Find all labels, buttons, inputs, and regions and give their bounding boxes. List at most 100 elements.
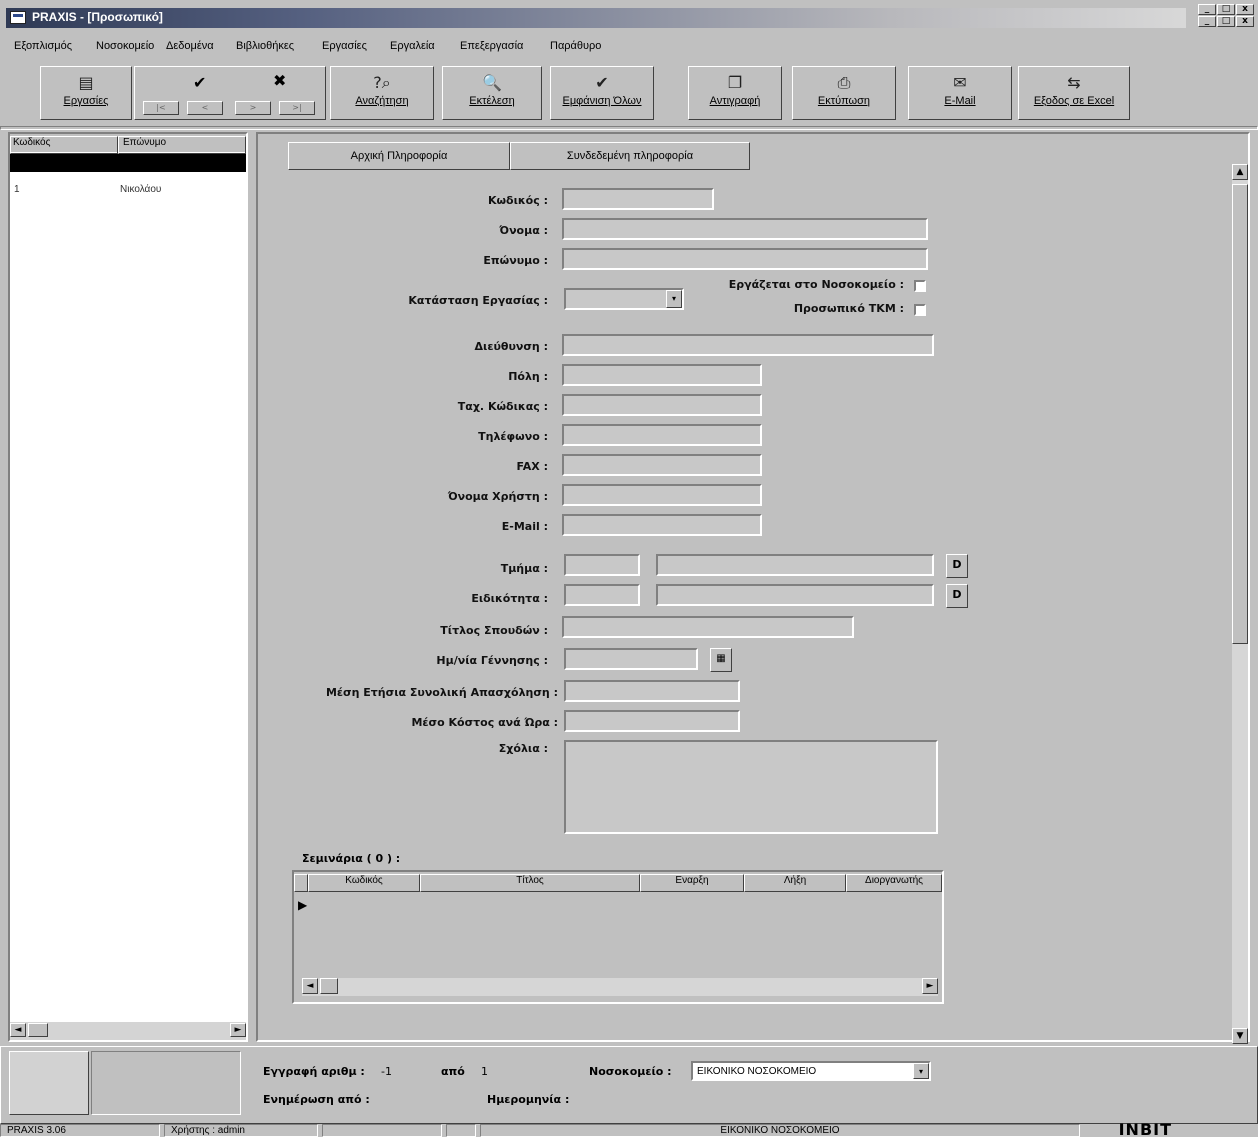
updated-by-label: Ενημέρωση από : [263,1093,370,1106]
address-label: Διεύθυνση : [474,340,548,353]
scroll-thumb[interactable] [28,1023,48,1037]
menu-tasks[interactable]: Εργασίες [322,40,367,52]
cancel-icon[interactable]: ✖ [273,71,286,90]
department-lookup-icon[interactable]: D [946,554,968,578]
chevron-down-icon[interactable]: ▾ [666,290,682,308]
username-field[interactable] [562,484,762,506]
column-surname[interactable]: Επώνυμο [118,136,246,154]
tasks-label: Εργασίες [63,95,109,107]
city-label: Πόλη : [508,370,548,383]
print-button[interactable]: ⎙ Εκτύπωση [792,66,896,120]
scroll-thumb[interactable] [1232,184,1248,644]
specialty-code-field[interactable] [564,584,640,606]
email-label: E-Mail [944,95,976,107]
scroll-left-icon[interactable]: ◄ [302,978,318,994]
menu-libraries[interactable]: Βιβλιοθήκες [236,40,294,52]
next-record-button[interactable]: > [235,101,271,115]
of-value: 1 [481,1065,488,1078]
maximize-button[interactable]: □ [1217,4,1235,15]
scroll-right-icon[interactable]: ► [922,978,938,994]
close-button[interactable]: x [1236,4,1254,15]
column-code[interactable]: Κωδικός [308,874,420,892]
specialty-name-field[interactable] [656,584,934,606]
tab-linked-info[interactable]: Συνδεδεμένη πληροφορία [510,142,750,170]
accept-icon[interactable]: ✔ [193,73,206,92]
first-record-button[interactable]: |< [143,101,179,115]
comments-textarea[interactable] [564,740,938,834]
menu-data[interactable]: Δεδομένα [166,40,214,52]
calendar-icon[interactable]: ▦ [710,648,732,672]
chevron-down-icon[interactable]: ▾ [913,1063,929,1079]
table-row[interactable]: 1 Νικολάου [10,184,246,200]
address-field[interactable] [562,334,934,356]
child-maximize-button[interactable]: □ [1217,16,1235,27]
works-in-hospital-checkbox[interactable] [914,280,926,292]
menu-equipment[interactable]: Εξοπλισμός [14,40,72,52]
last-record-button[interactable]: >| [279,101,315,115]
brand-logo: INBIT [1118,1120,1172,1137]
status-hospital: ΕΙΚΟΝΙΚΟ ΝΟΣΟΚΟΜΕΙΟ [480,1124,1080,1137]
tasks-icon: ▤ [78,73,94,92]
detail-vscrollbar[interactable]: ▲ ▼ [1232,164,1248,1044]
copy-button[interactable]: ❐ Αντιγραφή [688,66,782,120]
child-minimize-button[interactable]: _ [1198,16,1216,27]
work-status-select[interactable]: ▾ [564,288,684,310]
seminars-title: Σεμινάρια ( 0 ) : [302,852,401,865]
records-grid[interactable]: Κωδικός Επώνυμο 1 Νικολάου ◄ ► [8,132,248,1042]
email-field[interactable] [562,514,762,536]
department-name-field[interactable] [656,554,934,576]
status-cell-empty-1 [322,1124,442,1137]
avg-employment-field[interactable] [564,680,740,702]
column-start[interactable]: Εναρξη [640,874,744,892]
menu-window[interactable]: Παράθυρο [550,40,601,52]
scroll-right-icon[interactable]: ► [230,1023,246,1037]
selected-row[interactable] [10,154,246,172]
title-bar: PRAXIS - [Προσωπικό] _ □ x _ □ x [0,0,1258,30]
search-button[interactable]: ?⌕ Αναζήτηση [330,66,434,120]
avg-hourly-cost-field[interactable] [564,710,740,732]
toolbar: ▤ Εργασίες ✔ ✖ |< < > >| ?⌕ Αναζήτηση 🔍 … [40,66,1140,120]
fax-field[interactable] [562,454,762,476]
department-code-field[interactable] [564,554,640,576]
scroll-down-icon[interactable]: ▼ [1232,1028,1248,1044]
hospital-select[interactable]: ΕΙΚΟΝΙΚΟ ΝΟΣΟΚΟΜΕΙΟ ▾ [691,1061,931,1081]
seminars-grid[interactable]: Κωδικός Τίτλος Εναρξη Λήξη Διοργανωτής ▶… [292,870,944,1004]
row-indicator-header [294,874,308,892]
surname-field[interactable] [562,248,928,270]
column-title[interactable]: Τίτλος [420,874,640,892]
show-all-button[interactable]: ✔ Εμφάνιση Όλων [550,66,654,120]
child-close-button[interactable]: x [1236,16,1254,27]
birthdate-field[interactable] [564,648,698,670]
column-end[interactable]: Λήξη [744,874,846,892]
status-bar: PRAXIS 3.06 Χρήστης : admin ΕΙΚΟΝΙΚΟ ΝΟΣ… [0,1120,1258,1137]
menu-edit[interactable]: Επεξεργασία [460,40,523,52]
degree-field[interactable] [562,616,854,638]
tab-basic-info[interactable]: Αρχική Πληροφορία [288,142,510,170]
phone-field[interactable] [562,424,762,446]
prev-record-button[interactable]: < [187,101,223,115]
scroll-thumb[interactable] [320,978,338,994]
menu-hospital[interactable]: Νοσοκομείο [96,40,154,52]
name-field[interactable] [562,218,928,240]
column-organizer[interactable]: Διοργανωτής [846,874,942,892]
scroll-left-icon[interactable]: ◄ [10,1023,26,1037]
postal-code-field[interactable] [562,394,762,416]
export-excel-button[interactable]: ⇆ Εξοδος σε Excel [1018,66,1130,120]
tasks-button[interactable]: ▤ Εργασίες [40,66,132,120]
scroll-up-icon[interactable]: ▲ [1232,164,1248,180]
email-button[interactable]: ✉ E-Mail [908,66,1012,120]
degree-label: Τίτλος Σπουδών : [440,624,548,637]
row-pointer-icon: ▶ [298,898,308,912]
seminars-hscrollbar[interactable]: ◄ ► [302,978,938,996]
specialty-lookup-icon[interactable]: D [946,584,968,608]
records-hscrollbar[interactable]: ◄ ► [10,1022,246,1040]
minimize-button[interactable]: _ [1198,4,1216,15]
city-field[interactable] [562,364,762,386]
execute-button[interactable]: 🔍 Εκτέλεση [442,66,542,120]
code-field[interactable] [562,188,714,210]
menu-tools[interactable]: Εργαλεία [390,40,435,52]
check-icon: ✔ [595,73,609,92]
photo-thumbnail[interactable] [9,1051,89,1115]
column-code[interactable]: Κωδικός [10,136,118,154]
tkm-staff-checkbox[interactable] [914,304,926,316]
